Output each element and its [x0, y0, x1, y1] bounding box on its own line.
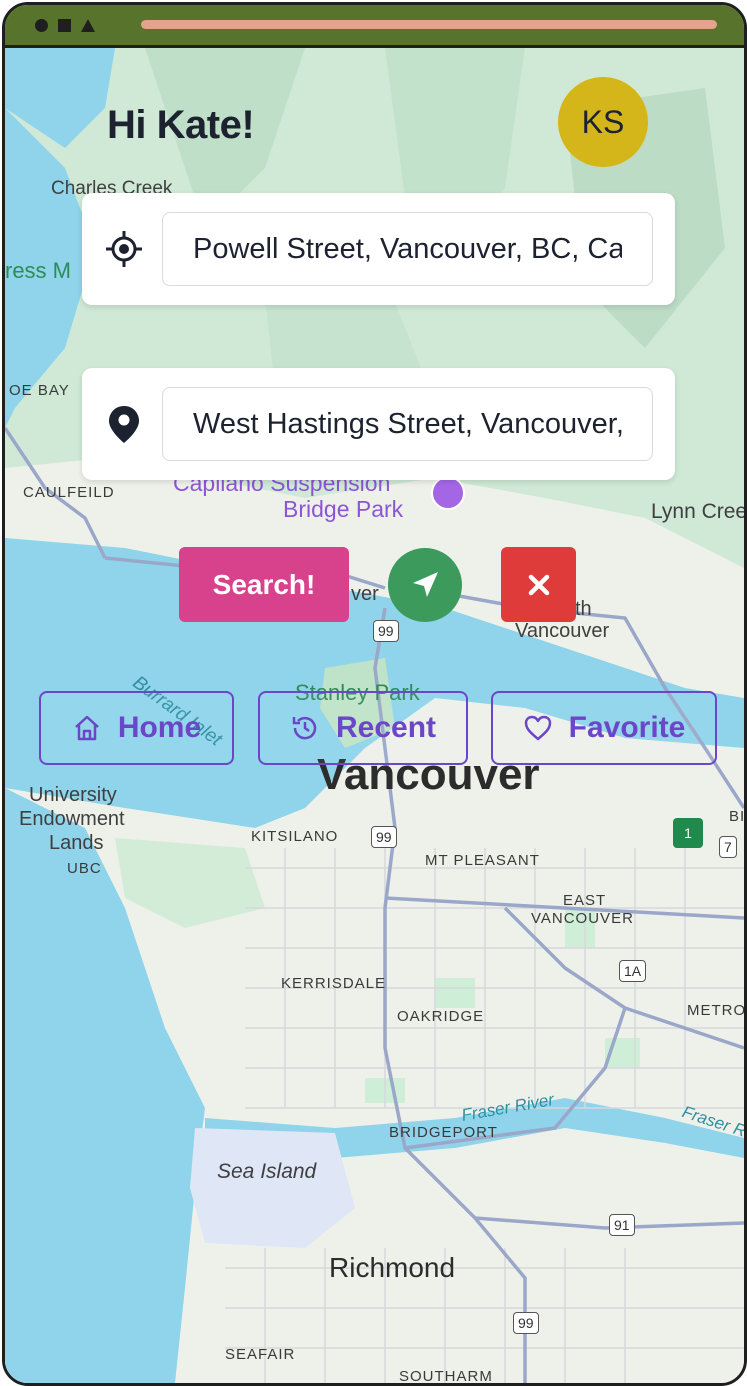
close-icon — [528, 574, 549, 595]
map-label: BI — [729, 808, 746, 825]
origin-input[interactable] — [162, 212, 653, 286]
map-label: Vancouver — [515, 620, 610, 642]
map-label: UBC — [67, 860, 102, 877]
square-control-icon[interactable] — [58, 18, 71, 32]
window-titlebar — [5, 5, 744, 48]
map-pin-icon — [109, 406, 139, 443]
destination-input[interactable] — [162, 387, 653, 461]
map-label: Sea Island — [217, 1160, 317, 1183]
map-label: KITSILANO — [251, 828, 339, 845]
destination-card — [82, 368, 675, 480]
map-label: th — [575, 598, 592, 620]
map-label: OAKRIDGE — [397, 1008, 485, 1025]
highway-shield: 99 — [371, 826, 397, 848]
circle-control-icon[interactable] — [35, 18, 48, 32]
triangle-control-icon[interactable] — [81, 18, 95, 32]
map-label: ver — [351, 583, 379, 605]
phone-frame: Charles Creek ress M OE BAY CAULFEILD Ca… — [2, 2, 747, 1386]
address-bar[interactable] — [141, 20, 717, 29]
highway-shield: 1A — [619, 960, 647, 982]
map-label: BRIDGEPORT — [389, 1124, 498, 1141]
heart-icon — [524, 715, 551, 741]
map-label: METRO — [687, 1002, 747, 1019]
close-button[interactable] — [501, 547, 576, 622]
crosshair-icon — [106, 231, 142, 267]
highway-shield: 99 — [373, 620, 399, 642]
recent-chip-label: Recent — [335, 711, 437, 744]
map-label: Richmond — [329, 1252, 456, 1283]
map-label: SOUTHARM — [399, 1368, 493, 1385]
origin-card — [82, 193, 675, 305]
trans-canada-shield-label: 1 — [684, 825, 692, 841]
map-label: EAST — [563, 892, 607, 909]
window-controls — [35, 17, 95, 33]
map-label: Lynn Cree — [651, 500, 747, 523]
history-icon — [292, 716, 317, 740]
home-chip[interactable]: Home — [39, 691, 234, 765]
avatar-initials: KS — [581, 103, 625, 140]
search-button[interactable]: Search! — [179, 547, 349, 622]
navigate-button[interactable] — [388, 548, 462, 622]
map-label: SEAFAIR — [225, 1346, 296, 1363]
home-icon — [74, 715, 99, 741]
map-label: MT PLEASANT — [425, 852, 540, 869]
recent-chip[interactable]: Recent — [258, 691, 468, 765]
favorite-chip[interactable]: Favorite — [491, 691, 717, 765]
trans-canada-shield-icon: 1 — [673, 818, 703, 848]
map-label: Endowment — [19, 808, 125, 830]
map-label: ress M — [5, 258, 71, 283]
park-poi-icon[interactable] — [431, 476, 465, 510]
map-label: Bridge Park — [283, 496, 404, 522]
home-chip-label: Home — [117, 711, 202, 744]
greeting-title: Hi Kate! — [107, 103, 255, 147]
map-label: KERRISDALE — [281, 975, 387, 992]
map-label: VANCOUVER — [531, 910, 634, 927]
highway-shield: 99 — [513, 1312, 539, 1334]
highway-shield: 91 — [609, 1214, 635, 1236]
avatar[interactable]: KS — [558, 77, 648, 167]
map-label: Lands — [49, 832, 104, 854]
map-label: OE BAY — [9, 382, 70, 399]
map-label: University — [29, 784, 117, 806]
map-label: CAULFEILD — [23, 484, 115, 501]
highway-shield: 7 — [719, 836, 737, 858]
navigation-arrow-icon — [413, 572, 438, 597]
favorite-chip-label: Favorite — [568, 711, 686, 744]
